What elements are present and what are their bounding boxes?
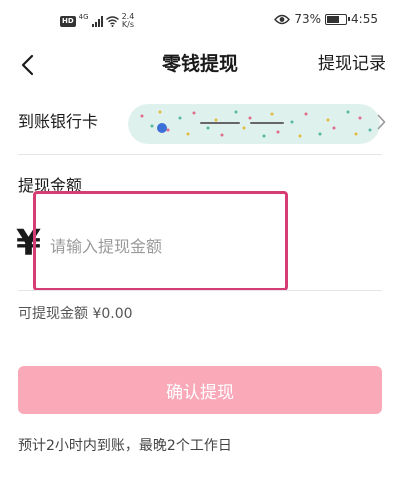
signal-icon bbox=[91, 15, 103, 27]
bank-card-row[interactable]: 到账银行卡 bbox=[0, 96, 400, 152]
divider bbox=[18, 154, 382, 155]
battery-percent: 73% bbox=[294, 12, 322, 26]
currency-symbol: ¥ bbox=[16, 223, 42, 264]
nav-bar: 零钱提现 提现记录 bbox=[0, 40, 400, 88]
bank-card-label: 到账银行卡 bbox=[18, 112, 99, 131]
hd-badge: HD bbox=[60, 15, 76, 27]
bank-card-mask bbox=[128, 104, 380, 144]
status-left: HD 4G 2.4 K/s bbox=[60, 13, 134, 29]
amount-label: 提现金额 bbox=[18, 176, 83, 195]
eye-icon bbox=[274, 14, 291, 24]
wifi-icon bbox=[105, 15, 119, 27]
confirm-withdraw-button[interactable]: 确认提现 bbox=[18, 366, 382, 414]
chevron-right-icon bbox=[377, 114, 386, 130]
withdraw-history-link[interactable]: 提现记录 bbox=[318, 50, 386, 78]
battery-level bbox=[327, 15, 340, 23]
battery-icon bbox=[325, 13, 351, 25]
network-speed: 2.4 K/s bbox=[122, 13, 135, 29]
status-right: 73% 4:55 bbox=[274, 12, 378, 26]
arrival-tip: 预计2小时内到账，最晚2个工作日 bbox=[18, 438, 232, 454]
divider bbox=[18, 290, 382, 291]
clock: 4:55 bbox=[351, 12, 378, 26]
network-type: 4G bbox=[78, 13, 89, 21]
status-bar: HD 4G 2.4 K/s 73% 4:55 bbox=[0, 0, 400, 40]
available-balance: 可提现金额 ¥0.00 bbox=[18, 306, 133, 322]
speed-unit: K/s bbox=[121, 20, 134, 29]
amount-input[interactable] bbox=[50, 230, 270, 262]
